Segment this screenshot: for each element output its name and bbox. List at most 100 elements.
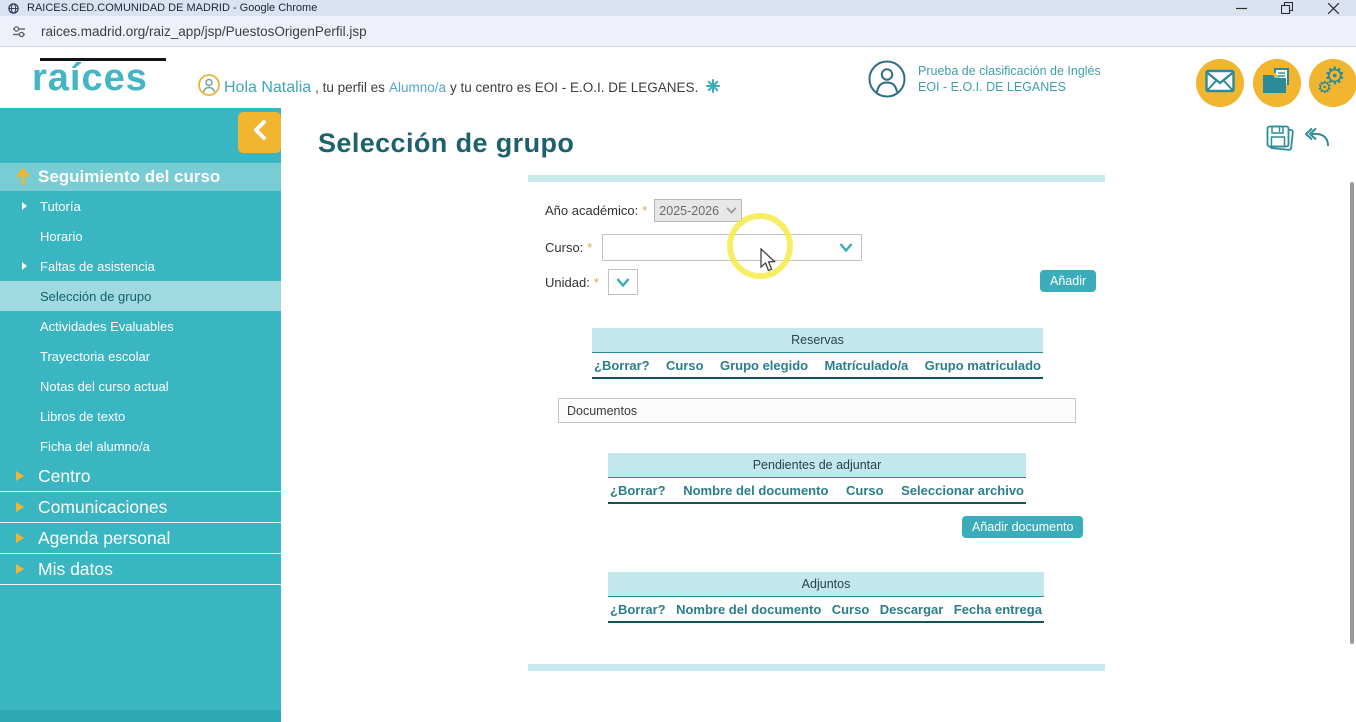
column-header: Seleccionar archivo xyxy=(901,482,1024,498)
chevron-down-icon xyxy=(616,277,630,287)
unidad-row: Unidad: * xyxy=(545,269,638,295)
sidebar-section-comunicaciones[interactable]: Comunicaciones xyxy=(0,492,281,523)
adjuntos-header-row: ¿Borrar? Nombre del documento Curso Desc… xyxy=(608,597,1044,623)
window-titlebar: RAICES.CED.COMUNIDAD DE MADRID - Google … xyxy=(0,0,1356,16)
envelope-icon xyxy=(1205,69,1235,98)
curso-row: Curso: * xyxy=(545,234,863,261)
column-header: Fecha entrega xyxy=(953,601,1042,617)
sidebar-section-label: Centro xyxy=(38,465,91,486)
sidebar-item-notas[interactable]: Notas del curso actual xyxy=(0,371,281,401)
sidebar-item-label: Trayectoria escolar xyxy=(40,348,151,364)
column-header: Grupo elegido xyxy=(719,357,809,373)
column-header: Curso xyxy=(666,357,704,373)
minimize-button[interactable] xyxy=(1218,0,1264,16)
sidebar-item-tutoria[interactable]: Tutoría xyxy=(0,191,281,221)
sidebar-section-label: Mis datos xyxy=(38,558,113,579)
main-content: Selección de grupo Año académico: * 2025… xyxy=(281,108,1356,722)
avatar-icon xyxy=(198,74,220,101)
sidebar-sections: Centro Comunicaciones Agenda personal Mi… xyxy=(0,461,281,585)
context-block: Prueba de clasificación de Inglés EOI - … xyxy=(868,60,1101,103)
sidebar-item-label: Notas del curso actual xyxy=(40,378,169,394)
mouse-cursor xyxy=(760,247,778,279)
sidebar-item-label: Horario xyxy=(40,228,83,244)
expand-arrow-icon xyxy=(22,262,27,270)
restore-button[interactable] xyxy=(1264,0,1310,16)
url-text[interactable]: raices.madrid.org/raiz_app/jsp/PuestosOr… xyxy=(41,24,367,39)
sidebar-item-label: Tutoría xyxy=(40,198,81,214)
chevron-down-icon xyxy=(726,207,737,214)
unidad-select[interactable] xyxy=(607,269,638,295)
sidebar-section-seguimiento[interactable]: Seguimiento del curso xyxy=(0,163,281,191)
curso-label: Curso: xyxy=(545,240,584,255)
save-button[interactable] xyxy=(1265,124,1295,157)
window-title: RAICES.CED.COMUNIDAD DE MADRID - Google … xyxy=(27,2,318,14)
collapse-sidebar-button[interactable] xyxy=(238,112,281,153)
reservas-table: Reservas ¿Borrar? Curso Grupo elegido Ma… xyxy=(592,328,1043,379)
unidad-label: Unidad: xyxy=(545,274,590,290)
greeting-profile: Alumno/a xyxy=(388,80,446,95)
sidebar-item-trayectoria[interactable]: Trayectoria escolar xyxy=(0,341,281,371)
pendientes-table: Pendientes de adjuntar ¿Borrar? Nombre d… xyxy=(608,453,1026,504)
reservas-title: Reservas xyxy=(592,328,1043,353)
section-arrow-icon xyxy=(16,533,24,543)
asterisk-icon[interactable] xyxy=(706,79,721,98)
documentos-header[interactable]: Documentos xyxy=(558,398,1076,423)
globe-icon xyxy=(8,2,19,14)
sidebar-item-label: Selección de grupo xyxy=(40,288,152,304)
column-header: Nombre del documento xyxy=(683,482,829,498)
raices-logo[interactable]: raíces xyxy=(32,58,148,98)
sidebar-section-label: Agenda personal xyxy=(38,527,171,548)
sidebar-item-faltas[interactable]: Faltas de asistencia xyxy=(0,251,281,281)
sidebar-item-libros[interactable]: Libros de texto xyxy=(0,401,281,431)
documentos-label: Documentos xyxy=(567,403,638,418)
required-marker: * xyxy=(642,203,648,218)
sidebar-subitems: Tutoría Horario Faltas de asistencia Sel… xyxy=(0,191,281,461)
sidebar-section-centro[interactable]: Centro xyxy=(0,461,281,492)
add-document-button[interactable]: Añadir documento xyxy=(962,516,1084,538)
undo-button[interactable] xyxy=(1303,124,1333,157)
close-button[interactable] xyxy=(1310,0,1356,16)
sidebar-item-ficha[interactable]: Ficha del alumno/a xyxy=(0,431,281,461)
arrow-up-icon xyxy=(16,168,30,190)
year-label: Año académico: xyxy=(545,203,639,218)
column-header: Nombre del documento xyxy=(676,601,822,617)
expand-arrow-icon xyxy=(22,202,27,210)
column-header: ¿Borrar? xyxy=(594,357,650,373)
page-title: Selección de grupo xyxy=(318,128,575,158)
sidebar-section-label: Seguimiento del curso xyxy=(38,167,221,186)
section-arrow-icon xyxy=(16,564,24,574)
column-header: Grupo matriculado xyxy=(924,357,1041,373)
url-bar: raices.madrid.org/raiz_app/jsp/PuestosOr… xyxy=(0,16,1356,47)
sidebar-section-agenda[interactable]: Agenda personal xyxy=(0,523,281,554)
reservas-header-row: ¿Borrar? Curso Grupo elegido Matrículado… xyxy=(592,353,1043,379)
gear-icon: ⚙ ⚙ xyxy=(1317,63,1346,97)
required-marker: * xyxy=(593,274,599,290)
logo-accent-line xyxy=(40,58,166,61)
pendientes-title: Pendientes de adjuntar xyxy=(608,453,1026,478)
year-select[interactable]: 2025-2026 xyxy=(654,199,743,222)
adjuntos-table: Adjuntos ¿Borrar? Nombre del documento C… xyxy=(608,572,1044,623)
tracking-protection-icon[interactable] xyxy=(12,25,27,38)
page-actions xyxy=(1265,124,1333,157)
sidebar-nav: Seguimiento del curso Tutoría Horario Fa… xyxy=(0,108,281,722)
chevron-left-icon xyxy=(252,119,268,146)
sidebar-item-seleccion-grupo[interactable]: Selección de grupo xyxy=(0,281,281,311)
sidebar-item-horario[interactable]: Horario xyxy=(0,221,281,251)
scrollbar[interactable] xyxy=(1350,182,1354,644)
sidebar-item-label: Faltas de asistencia xyxy=(40,258,155,274)
sidebar-section-label: Comunicaciones xyxy=(38,496,168,517)
required-marker: * xyxy=(587,240,593,255)
add-button[interactable]: Añadir xyxy=(1040,270,1097,292)
mail-button[interactable] xyxy=(1196,59,1244,107)
sidebar-section-misdatos[interactable]: Mis datos xyxy=(0,554,281,585)
settings-button[interactable]: ⚙ ⚙ xyxy=(1309,59,1356,107)
folder-icon xyxy=(1261,67,1293,100)
column-header: Descargar xyxy=(879,601,944,617)
sidebar-item-actividades[interactable]: Actividades Evaluables xyxy=(0,311,281,341)
column-header: ¿Borrar? xyxy=(610,482,666,498)
documents-button[interactable] xyxy=(1253,59,1301,107)
profile-icon xyxy=(868,60,906,103)
column-header: ¿Borrar? xyxy=(610,601,666,617)
sidebar-item-label: Actividades Evaluables xyxy=(40,318,174,334)
greeting-center: y tu centro es EOI - E.O.I. DE LEGANES. xyxy=(449,80,699,95)
